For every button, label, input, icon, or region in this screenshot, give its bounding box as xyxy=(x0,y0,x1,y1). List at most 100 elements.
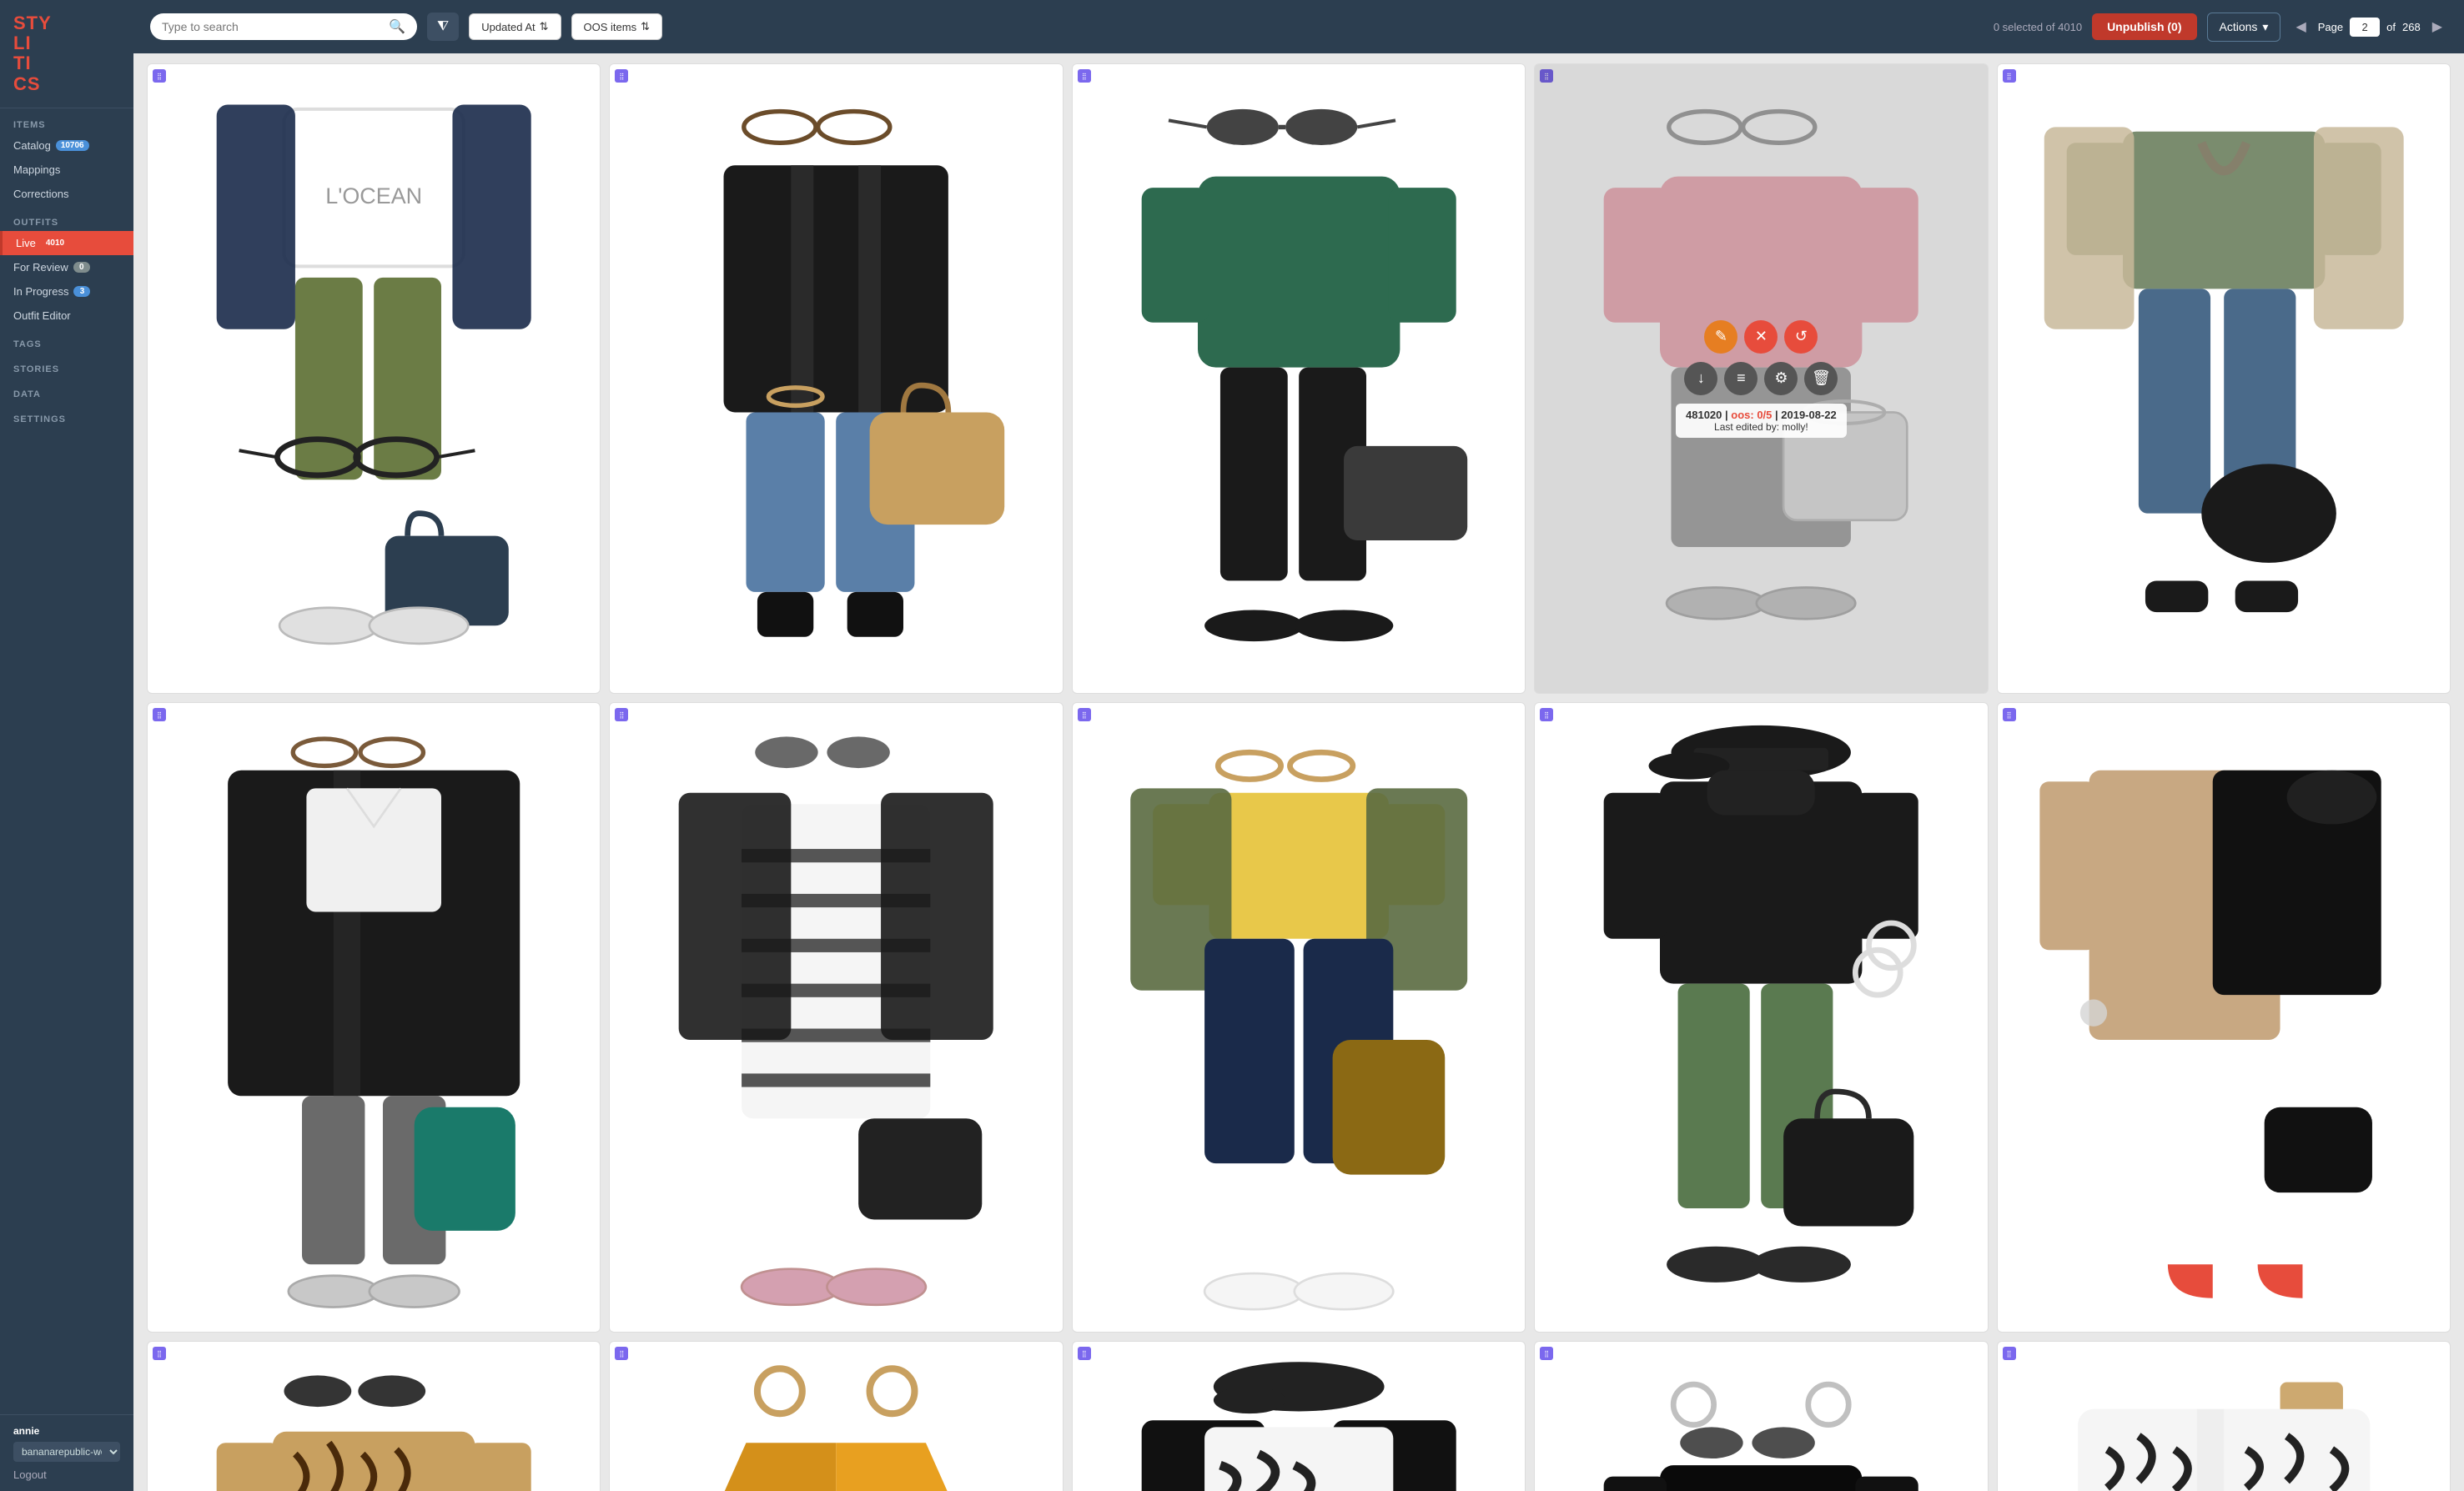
oos-sort-icon: ⇅ xyxy=(641,20,650,33)
swap-button[interactable]: ↺ xyxy=(1784,320,1818,354)
card-multi-icon xyxy=(1078,1347,1091,1360)
card-action-overlay: ✎ ✕ ↺ ↓ ≡ ⚙ 🗑 481020 | oos: 0/5 | 2019-0… xyxy=(1535,64,1987,693)
outfit-card[interactable] xyxy=(147,1341,601,1491)
items-section-label: ITEMS xyxy=(0,108,133,133)
sidebar-item-catalog[interactable]: Catalog 10706 xyxy=(0,133,133,158)
topbar: 🔍 ⧨ Updated At ⇅ OOS items ⇅ 0 selected … xyxy=(133,0,2464,53)
for-review-badge: 0 xyxy=(73,262,90,273)
outfit-id: 481020 | oos: 0/5 | 2019-08-22 xyxy=(1686,409,1837,421)
outfit-card[interactable] xyxy=(1997,63,2451,694)
card-multi-icon xyxy=(1078,708,1091,721)
in-progress-badge: 3 xyxy=(73,286,90,297)
oos-items-label: OOS items xyxy=(584,21,637,33)
outfit-card[interactable] xyxy=(147,702,601,1333)
sidebar-item-outfit-editor[interactable]: Outfit Editor xyxy=(0,304,133,328)
sidebar-item-corrections[interactable]: Corrections xyxy=(0,182,133,206)
for-review-label: For Review xyxy=(13,261,68,274)
search-input[interactable] xyxy=(162,20,382,33)
logo: STYLITICS xyxy=(13,13,120,94)
outfit-card[interactable] xyxy=(1072,1341,1526,1491)
unpublish-button[interactable]: Unpublish (0) xyxy=(2092,13,2196,40)
grid-container: L'OCEAN xyxy=(133,53,2464,1491)
updated-at-label: Updated At xyxy=(481,21,535,33)
stories-section-label: STORIES xyxy=(0,353,133,378)
overlay-actions-row2: ↓ ≡ ⚙ 🗑 xyxy=(1684,362,1838,395)
mappings-label: Mappings xyxy=(13,163,60,176)
card-multi-icon xyxy=(153,708,166,721)
next-page-button[interactable]: ▶ xyxy=(2427,17,2447,37)
corrections-label: Corrections xyxy=(13,188,68,200)
page-of-label: of xyxy=(2386,21,2396,33)
actions-label: Actions xyxy=(2220,20,2258,33)
sidebar-item-for-review[interactable]: For Review 0 xyxy=(0,255,133,279)
oos-text: oos: 0/5 xyxy=(1731,409,1772,421)
search-bar: 🔍 xyxy=(150,13,417,40)
outfit-card[interactable] xyxy=(609,63,1063,694)
outfit-card[interactable]: L'OCEAN xyxy=(147,63,601,694)
in-progress-label: In Progress xyxy=(13,285,68,298)
settings-section-label: SETTINGS xyxy=(0,403,133,428)
overlay-actions-row1: ✎ ✕ ↺ xyxy=(1704,320,1818,354)
data-section-label: DATA xyxy=(0,378,133,403)
username: annie xyxy=(13,1425,120,1437)
outfit-card[interactable] xyxy=(1072,702,1526,1333)
outfits-section-label: OUTFITS xyxy=(0,206,133,231)
main-area: 🔍 ⧨ Updated At ⇅ OOS items ⇅ 0 selected … xyxy=(133,0,2464,1491)
list-button[interactable]: ≡ xyxy=(1724,362,1757,395)
card-multi-icon xyxy=(615,708,628,721)
trash-button[interactable]: 🗑 xyxy=(1804,362,1838,395)
search-icon: 🔍 xyxy=(389,18,405,35)
settings-button[interactable]: ⚙ xyxy=(1764,362,1798,395)
outfit-card[interactable] xyxy=(1534,702,1988,1333)
outfit-card[interactable] xyxy=(1072,63,1526,694)
card-multi-icon xyxy=(2003,1347,2016,1360)
logout-button[interactable]: Logout xyxy=(13,1468,120,1481)
card-multi-icon xyxy=(2003,69,2016,83)
page-number-input[interactable] xyxy=(2350,18,2380,37)
pagination: ◀ Page of 268 ▶ xyxy=(2291,17,2447,37)
card-multi-icon xyxy=(1540,708,1553,721)
outfit-editor-label: Outfit Editor xyxy=(13,309,71,322)
page-total: 268 xyxy=(2402,21,2421,33)
store-select[interactable]: bananarepublic-women xyxy=(13,1442,120,1462)
catalog-label: Catalog xyxy=(13,139,51,152)
catalog-badge: 10706 xyxy=(56,140,89,151)
sort-icon: ⇅ xyxy=(540,20,549,33)
tags-section-label: TAGS xyxy=(0,328,133,353)
card-multi-icon xyxy=(615,1347,628,1360)
sidebar-item-in-progress[interactable]: In Progress 3 xyxy=(0,279,133,304)
download-button[interactable]: ↓ xyxy=(1684,362,1717,395)
live-badge: 4010 xyxy=(41,238,69,248)
outfit-card[interactable] xyxy=(1997,702,2451,1333)
updated-at-sort-button[interactable]: Updated At ⇅ xyxy=(469,13,561,40)
filter-button[interactable]: ⧨ xyxy=(427,13,459,41)
prev-page-button[interactable]: ◀ xyxy=(2291,17,2311,37)
outfit-card[interactable] xyxy=(609,1341,1063,1491)
sidebar-item-live[interactable]: Live 4010 xyxy=(0,231,133,255)
actions-button[interactable]: Actions ▾ xyxy=(2207,13,2281,42)
card-multi-icon xyxy=(153,1347,166,1360)
logo-area: STYLITICS xyxy=(0,0,133,108)
live-label: Live xyxy=(16,237,36,249)
card-multi-icon xyxy=(153,69,166,83)
sidebar-item-mappings[interactable]: Mappings xyxy=(0,158,133,182)
page-label: Page xyxy=(2318,21,2343,33)
outfit-card[interactable] xyxy=(1997,1341,2451,1491)
remove-button[interactable]: ✕ xyxy=(1744,320,1778,354)
overlay-info: 481020 | oos: 0/5 | 2019-08-22 Last edit… xyxy=(1676,404,1847,438)
outfit-card-overlay[interactable]: ✎ ✕ ↺ ↓ ≡ ⚙ 🗑 481020 | oos: 0/5 | 2019-0… xyxy=(1534,63,1988,694)
outfit-card[interactable] xyxy=(1534,1341,1988,1491)
outfit-grid: L'OCEAN xyxy=(147,63,2451,1491)
actions-chevron-icon: ▾ xyxy=(2262,20,2268,34)
card-multi-icon xyxy=(2003,708,2016,721)
edit-button[interactable]: ✎ xyxy=(1704,320,1737,354)
card-multi-icon xyxy=(615,69,628,83)
last-edited: Last edited by: molly! xyxy=(1686,421,1837,433)
sidebar-bottom: annie bananarepublic-women Logout xyxy=(0,1414,133,1491)
oos-items-sort-button[interactable]: OOS items ⇅ xyxy=(571,13,662,40)
svg-text:L'OCEAN: L'OCEAN xyxy=(325,183,422,208)
outfit-card[interactable] xyxy=(609,702,1063,1333)
sidebar: STYLITICS ITEMS Catalog 10706 Mappings C… xyxy=(0,0,133,1491)
card-multi-icon xyxy=(1540,1347,1553,1360)
card-multi-icon xyxy=(1078,69,1091,83)
